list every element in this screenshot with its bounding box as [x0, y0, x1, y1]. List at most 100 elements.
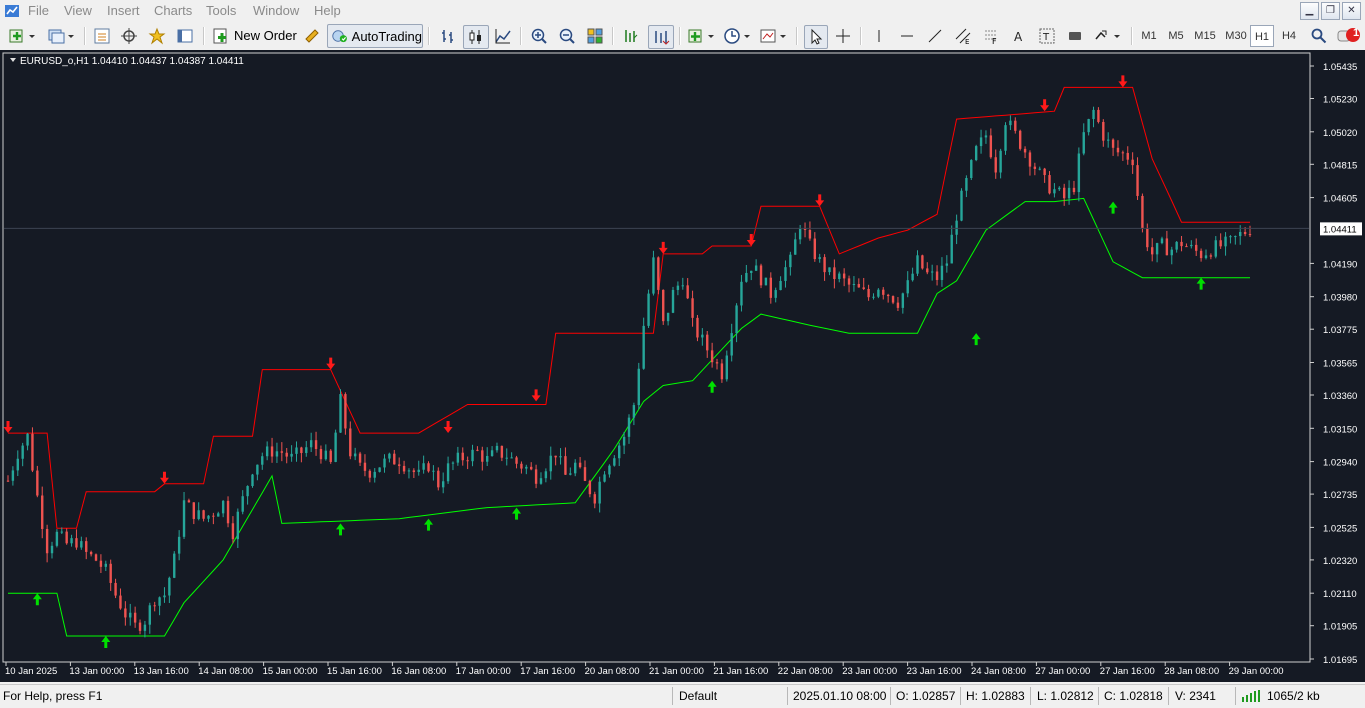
periods-button[interactable] — [722, 25, 754, 47]
candle-body — [574, 462, 577, 474]
rectangle-tool-button[interactable] — [1064, 25, 1086, 47]
candle-body — [1004, 125, 1007, 151]
candle-body — [412, 470, 416, 473]
zoom-out-button[interactable] — [556, 25, 578, 47]
candle-body — [701, 334, 704, 338]
tile-windows-icon — [587, 28, 603, 44]
timeframe-m30[interactable]: M30 — [1222, 25, 1250, 47]
new-order-icon-wrap[interactable] — [212, 25, 230, 47]
status-bar: For Help, press F1 Default 2025.01.10 08… — [0, 684, 1365, 708]
autotrading-button[interactable]: AutoTrading — [327, 24, 423, 48]
candle-body — [1146, 228, 1149, 248]
bar-chart-button[interactable] — [437, 25, 459, 47]
status-open: O: 1.02857 — [896, 689, 956, 703]
time-tick-label: 15 Jan 00:00 — [263, 666, 318, 677]
candle-body — [598, 481, 601, 504]
timeframe-h1[interactable]: H1 — [1250, 25, 1274, 47]
candlestick-chart-button[interactable] — [463, 25, 489, 49]
candle-body — [383, 458, 386, 468]
candle-body — [1199, 250, 1203, 259]
new-chart-button[interactable] — [6, 25, 40, 47]
new-order-button[interactable]: New Order — [234, 25, 297, 47]
text-tool-button[interactable]: A — [1008, 25, 1030, 47]
price-tick-label: 1.03775 — [1323, 325, 1357, 336]
zoom-in-button[interactable] — [528, 25, 550, 47]
candle-body — [940, 265, 944, 280]
candle-body — [163, 595, 166, 598]
timeframe-m1[interactable]: M1 — [1137, 25, 1161, 47]
candle-body — [168, 577, 171, 596]
terminal-icon — [177, 29, 193, 43]
menu-help[interactable]: Help — [314, 3, 341, 18]
menu-insert[interactable]: Insert — [107, 3, 140, 18]
timeframe-m5[interactable]: M5 — [1164, 25, 1188, 47]
svg-text:A: A — [1014, 30, 1023, 44]
timeframe-h4[interactable]: H4 — [1277, 25, 1301, 47]
terminal-button[interactable] — [174, 25, 196, 47]
candle-body — [730, 333, 733, 356]
candle-body — [388, 453, 391, 459]
candle-body — [1067, 187, 1071, 199]
candle-body — [1151, 247, 1154, 255]
chart-shift-icon — [625, 30, 638, 42]
candle-body — [65, 531, 68, 544]
profiles-button[interactable] — [44, 25, 78, 47]
candle-body — [764, 277, 768, 286]
candle-body — [740, 281, 743, 306]
tile-windows-button[interactable] — [584, 25, 606, 47]
navigator-button[interactable] — [146, 25, 168, 47]
price-chart[interactable]: 1.05435 1.05230 1.05020 1.04815 1.04605 1.041… — [0, 50, 1365, 682]
arrows-tool-button[interactable] — [1092, 25, 1124, 47]
horizontal-line-button[interactable] — [896, 25, 918, 47]
restore-button[interactable]: ❐ — [1321, 2, 1340, 20]
candle-body — [750, 270, 753, 273]
search-button[interactable] — [1308, 25, 1330, 47]
metaeditor-button[interactable] — [301, 25, 323, 47]
chart-shift-button[interactable] — [620, 25, 642, 47]
text-label-button[interactable]: T — [1036, 25, 1058, 47]
candle-body — [500, 445, 504, 458]
menu-file[interactable]: File — [28, 3, 49, 18]
candle-body — [906, 280, 909, 294]
menu-window[interactable]: Window — [253, 3, 299, 18]
time-tick-label: 28 Jan 08:00 — [1164, 666, 1219, 677]
candle-body — [662, 289, 665, 322]
candle-body — [657, 257, 660, 290]
time-tick-label: 24 Jan 08:00 — [971, 666, 1026, 677]
line-chart-button[interactable] — [492, 25, 514, 47]
close-button[interactable]: ✕ — [1342, 2, 1361, 20]
candle-body — [564, 456, 567, 475]
timeframe-m15[interactable]: M15 — [1191, 25, 1219, 47]
candle-body — [275, 451, 279, 457]
notifications-button[interactable]: 1 — [1336, 25, 1362, 47]
time-tick-label: 23 Jan 16:00 — [907, 666, 962, 677]
templates-button[interactable] — [758, 25, 790, 47]
minimize-button[interactable]: ▁ — [1300, 2, 1319, 20]
candle-body — [1126, 152, 1129, 160]
autoscroll-button[interactable] — [648, 25, 674, 49]
menu-charts[interactable]: Charts — [154, 3, 192, 18]
indicators-button[interactable] — [686, 25, 718, 47]
trendline-button[interactable] — [924, 25, 946, 47]
time-tick-label: 15 Jan 16:00 — [327, 666, 382, 677]
window-controls: ▁ ❐ ✕ — [1300, 2, 1361, 20]
fibonacci-button[interactable]: F — [980, 25, 1002, 47]
crosshair-tool-button[interactable] — [832, 25, 854, 47]
candle-body — [344, 394, 347, 429]
star-folder-icon — [148, 27, 166, 45]
time-tick-label: 16 Jan 08:00 — [391, 666, 446, 677]
data-window-button[interactable] — [118, 25, 140, 47]
menu-tools[interactable]: Tools — [206, 3, 236, 18]
candle-body — [559, 456, 562, 458]
vertical-line-button[interactable] — [868, 25, 890, 47]
menu-view[interactable]: View — [64, 3, 92, 18]
candle-body — [525, 466, 528, 469]
cursor-tool-button[interactable] — [804, 25, 828, 49]
candle-body — [231, 523, 235, 540]
candle-body — [290, 453, 293, 457]
candle-body — [402, 465, 406, 472]
channel-button[interactable]: E — [952, 25, 974, 47]
candle-body — [6, 480, 10, 482]
chart-window[interactable]: 1.05435 1.05230 1.05020 1.04815 1.04605 1.041… — [0, 50, 1365, 682]
market-watch-button[interactable] — [91, 25, 113, 47]
